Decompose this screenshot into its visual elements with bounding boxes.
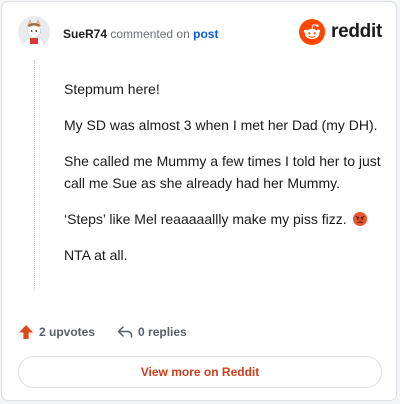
reply-arrow-icon — [117, 326, 133, 338]
comment-paragraph: Stepmum here! — [64, 81, 160, 97]
comment-header: SueR74 commented on post reddit — [18, 16, 382, 52]
byline: SueR74 commented on post — [63, 26, 218, 42]
replies-stat[interactable]: 0 replies — [117, 324, 187, 340]
angry-face-icon — [352, 212, 367, 226]
view-more-button[interactable]: View more on Reddit — [18, 356, 382, 388]
comment-footer: 2 upvotes 0 replies — [18, 322, 209, 342]
upvotes-stat[interactable]: 2 upvotes — [18, 324, 95, 340]
reddit-wordmark: reddit — [331, 21, 382, 42]
avatar-icon — [18, 16, 50, 48]
comment-paragraph: She called me Mummy a few times I told h… — [64, 153, 381, 191]
comment-paragraph: My SD was almost 3 when I met her Dad (m… — [64, 117, 378, 133]
avatar[interactable] — [18, 16, 50, 48]
comment-paragraph-text: ‘Steps’ like Mel reaaaaallly make my pis… — [64, 211, 347, 227]
upvote-arrow-icon — [19, 325, 33, 339]
post-link[interactable]: post — [193, 27, 218, 41]
thread-line — [34, 60, 35, 290]
comment-body: Stepmum here! My SD was almost 3 when I … — [64, 78, 390, 280]
reddit-snoo-icon — [299, 19, 326, 45]
action-text: commented on — [110, 27, 190, 41]
comment-paragraph-with-emoji: ‘Steps’ like Mel reaaaaallly make my pis… — [64, 208, 390, 230]
reddit-logo[interactable]: reddit — [299, 19, 382, 45]
comment-embed-card: SueR74 commented on post reddit Stepmum … — [1, 1, 397, 401]
replies-count: 0 replies — [138, 325, 187, 339]
comment-paragraph: NTA at all. — [64, 247, 128, 263]
upvotes-count: 2 upvotes — [39, 325, 96, 339]
username-link[interactable]: SueR74 — [63, 27, 107, 41]
